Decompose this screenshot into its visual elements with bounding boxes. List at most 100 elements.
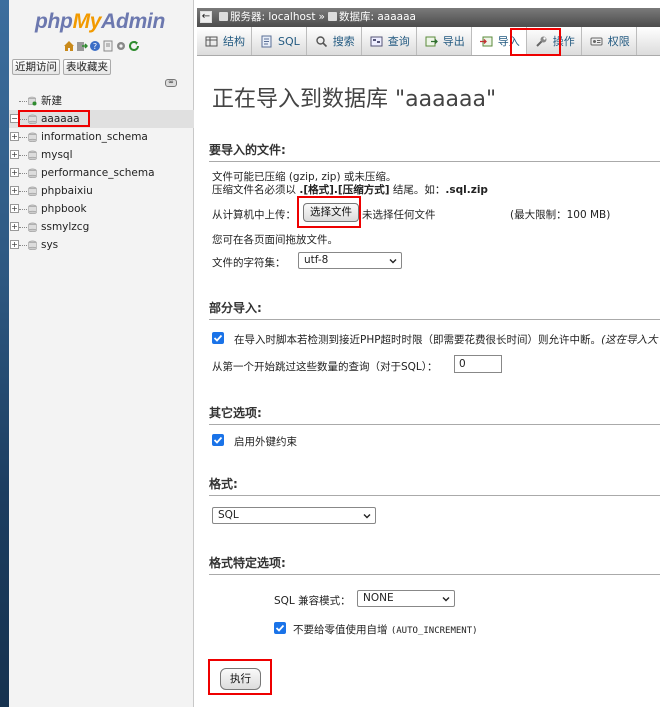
breadcrumb: ← 服务器: localhost» 数据库: aaaaaa xyxy=(197,8,660,27)
collapse-nav-icon[interactable]: ← xyxy=(200,11,212,23)
tab-structure[interactable]: 结构 xyxy=(197,27,252,55)
database-icon xyxy=(28,132,37,142)
database-icon xyxy=(327,12,337,21)
reload-icon[interactable] xyxy=(128,40,140,52)
upload-label: 从计算机中上传： xyxy=(212,209,296,221)
tree-item-label: information_schema xyxy=(41,131,148,143)
tree-item-database[interactable]: + ssmylzcg xyxy=(9,218,194,236)
recent-button[interactable]: 近期访问 xyxy=(12,59,60,75)
desktop-strip xyxy=(0,0,9,707)
format-specific-heading: 格式特定选项: xyxy=(209,554,660,575)
expand-icon[interactable]: + xyxy=(10,240,19,249)
chevron-down-icon xyxy=(442,595,450,603)
tab-import[interactable]: 导入 xyxy=(471,27,527,55)
file-section-heading: 要导入的文件: xyxy=(209,141,660,162)
breadcrumb-database[interactable]: 数据库: aaaaaa xyxy=(339,11,416,23)
no-auto-value-checkbox[interactable] xyxy=(274,622,286,634)
other-section-heading: 其它选项: xyxy=(209,404,660,425)
tab-label: 搜索 xyxy=(332,35,355,48)
tab-label: 权限 xyxy=(607,35,630,48)
expand-icon[interactable]: + xyxy=(10,150,19,159)
skip-queries-label: 从第一个开始跳过这些数量的查询（对于SQL）： xyxy=(212,361,438,373)
expand-icon[interactable]: + xyxy=(10,168,19,177)
chevron-down-icon xyxy=(363,512,371,520)
expand-icon[interactable]: + xyxy=(10,222,19,231)
foreign-key-checkbox[interactable] xyxy=(212,434,224,446)
tab-export[interactable]: 导出 xyxy=(417,27,472,55)
search-icon xyxy=(315,35,328,48)
exit-icon[interactable] xyxy=(76,40,88,52)
tree-connector xyxy=(19,173,27,174)
privileges-icon xyxy=(590,35,603,48)
tree-item-database[interactable]: + phpbook xyxy=(9,200,194,218)
interrupt-checkbox[interactable] xyxy=(212,332,224,344)
tab-privileges[interactable]: 权限 xyxy=(582,27,637,55)
database-icon xyxy=(28,150,37,160)
tab-label: 导入 xyxy=(497,35,520,48)
tree-item-database[interactable]: + performance_schema xyxy=(9,164,194,182)
drag-drop-hint: 您可在各页面间拖放文件。 xyxy=(212,234,338,246)
expand-icon[interactable]: + xyxy=(10,204,19,213)
tree-connector xyxy=(19,101,27,102)
go-button[interactable]: 执行 xyxy=(220,668,261,690)
skip-queries-input[interactable]: 0 xyxy=(454,355,502,373)
partial-section-heading: 部分导入: xyxy=(209,299,660,320)
sql-compat-select[interactable]: NONE xyxy=(357,590,455,607)
tree-item-label: performance_schema xyxy=(41,167,155,179)
breadcrumb-server[interactable]: 服务器: localhost xyxy=(230,11,316,23)
tree-item-database[interactable]: + mysql xyxy=(9,146,194,164)
chevron-down-icon xyxy=(389,257,397,265)
choose-file-button[interactable]: 选择文件 xyxy=(303,203,359,222)
docs-icon[interactable] xyxy=(102,40,114,52)
tree-connector xyxy=(19,155,27,156)
collapse-icon[interactable]: − xyxy=(10,114,19,123)
database-icon xyxy=(28,240,37,250)
database-icon xyxy=(28,114,37,124)
expand-icon[interactable]: + xyxy=(10,132,19,141)
tab-search[interactable]: 搜索 xyxy=(307,27,362,55)
navigation-panel: phpMyAdmin ? 近期访问 表收藏夹 ∞ 新建 − aaaaaa + info… xyxy=(9,0,194,707)
tree-item-database[interactable]: + information_schema xyxy=(9,128,194,146)
favorites-button[interactable]: 表收藏夹 xyxy=(63,59,111,75)
export-icon xyxy=(425,35,438,48)
sql-compat-label: SQL 兼容模式： xyxy=(274,595,351,607)
tree-item-database[interactable]: + phpbaixiu xyxy=(9,182,194,200)
link-toggle-icon[interactable]: ∞ xyxy=(165,79,177,87)
sql-icon xyxy=(260,35,273,48)
format-select[interactable]: SQL xyxy=(212,507,376,524)
expand-icon[interactable]: + xyxy=(10,186,19,195)
tree-item-label: ssmylzcg xyxy=(41,221,90,233)
tree-item-database[interactable]: + sys xyxy=(9,236,194,254)
tab-label: 导出 xyxy=(442,35,465,48)
tab-wrench[interactable]: 操作 xyxy=(527,27,582,55)
tab-bar: 结构 SQL 搜索 查询 导出 导入 操作 权限 xyxy=(197,27,660,56)
tab-query[interactable]: 查询 xyxy=(362,27,417,55)
no-file-label: 未选择任何文件 xyxy=(362,209,436,221)
tree-connector xyxy=(19,137,27,138)
tree-item-database[interactable]: − aaaaaa xyxy=(9,110,194,128)
help-icon[interactable]: ? xyxy=(89,40,101,52)
settings-icon[interactable] xyxy=(115,40,127,52)
tab-label: 查询 xyxy=(387,35,410,48)
charset-select[interactable]: utf-8 xyxy=(298,252,402,269)
tab-sql[interactable]: SQL xyxy=(252,27,307,55)
tab-label: 结构 xyxy=(223,35,245,48)
nav-links: 近期访问 表收藏夹 xyxy=(12,59,111,75)
structure-icon xyxy=(205,35,218,48)
tree-item-label: aaaaaa xyxy=(41,113,80,125)
breadcrumb-separator: » xyxy=(318,11,325,23)
query-icon xyxy=(370,35,383,48)
tab-label: 操作 xyxy=(552,35,575,48)
interrupt-label: 在导入时脚本若检测到接近PHP超时时限（即需要花费很长时间）则允许中断。(这在导… xyxy=(234,334,658,346)
filename-info: 压缩文件名必须以 .[格式].[压缩方式] 结尾。如：.sql.zip xyxy=(212,184,488,196)
no-auto-value-label: 不要给零值使用自增 (AUTO_INCREMENT) xyxy=(293,624,478,636)
home-icon[interactable] xyxy=(63,40,75,52)
database-icon xyxy=(28,168,37,178)
phpmyadmin-logo[interactable]: phpMyAdmin xyxy=(35,10,165,34)
tree-item-label: phpbaixiu xyxy=(41,185,93,197)
tab-label: SQL xyxy=(278,35,300,48)
max-size-label: (最大限制：100 MB) xyxy=(510,209,611,221)
tree-connector xyxy=(19,191,27,192)
tree-item-label: phpbook xyxy=(41,203,87,215)
tree-item-new[interactable]: 新建 xyxy=(9,92,194,110)
